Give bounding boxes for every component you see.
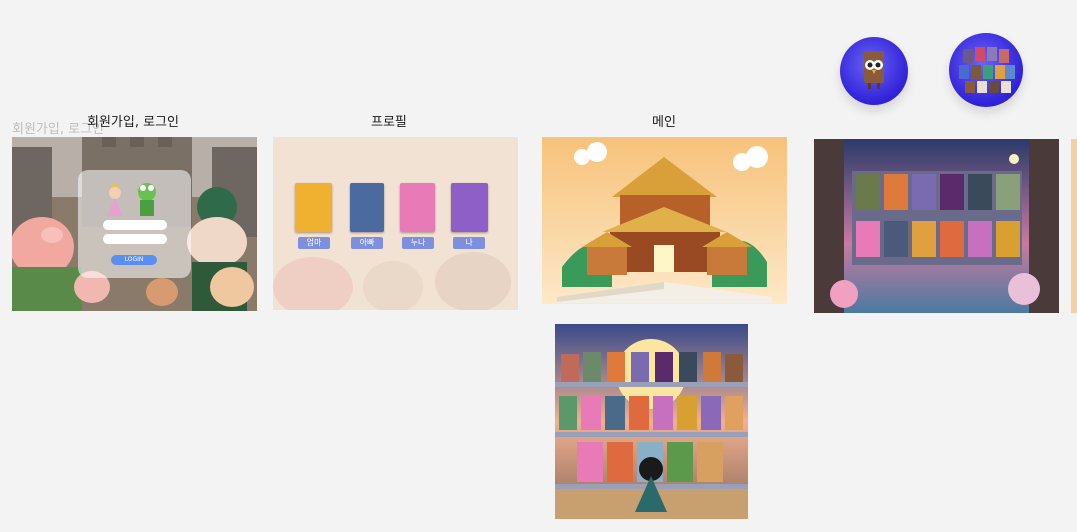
profile-book-dad[interactable] — [350, 183, 384, 232]
profile-screen-frame[interactable]: 엄마 아빠 누나 나 — [273, 137, 518, 310]
profile-book-mom[interactable] — [295, 183, 332, 232]
login-password-field[interactable] — [103, 234, 167, 244]
library-shelf-frame[interactable] — [814, 139, 1059, 313]
princess-frog-icon — [107, 182, 156, 216]
main-village-frame[interactable] — [542, 137, 787, 304]
profile-name-mom: 엄마 — [298, 237, 330, 249]
profile-book-sister[interactable] — [400, 183, 435, 232]
profile-book-me[interactable] — [451, 183, 488, 232]
main-library-frame[interactable] — [555, 324, 748, 519]
section-label-signup-login: 회원가입, 로그인 — [87, 115, 179, 130]
girl-library-illustration — [555, 324, 748, 519]
profile-name-dad: 아빠 — [351, 237, 383, 249]
login-card: LOGIN — [78, 170, 191, 278]
library-bookshelf-illustration — [814, 139, 1059, 313]
section-label-profile: 프로필 — [371, 115, 407, 130]
profile-name-me: 나 — [453, 237, 485, 249]
avatar-group[interactable] — [949, 33, 1023, 107]
next-frame-edge — [1071, 139, 1077, 313]
storybook-village-illustration — [542, 137, 787, 304]
characters-group-icon — [959, 47, 1015, 93]
profile-name-sister: 누나 — [402, 237, 434, 249]
login-button[interactable]: LOGIN — [111, 255, 157, 265]
owl-book-icon — [864, 51, 884, 89]
login-screen-frame[interactable]: LOGIN — [12, 137, 257, 311]
login-id-field[interactable] — [103, 220, 167, 230]
section-label-main: 메인 — [652, 115, 676, 130]
avatar-owl-single[interactable] — [840, 37, 908, 105]
